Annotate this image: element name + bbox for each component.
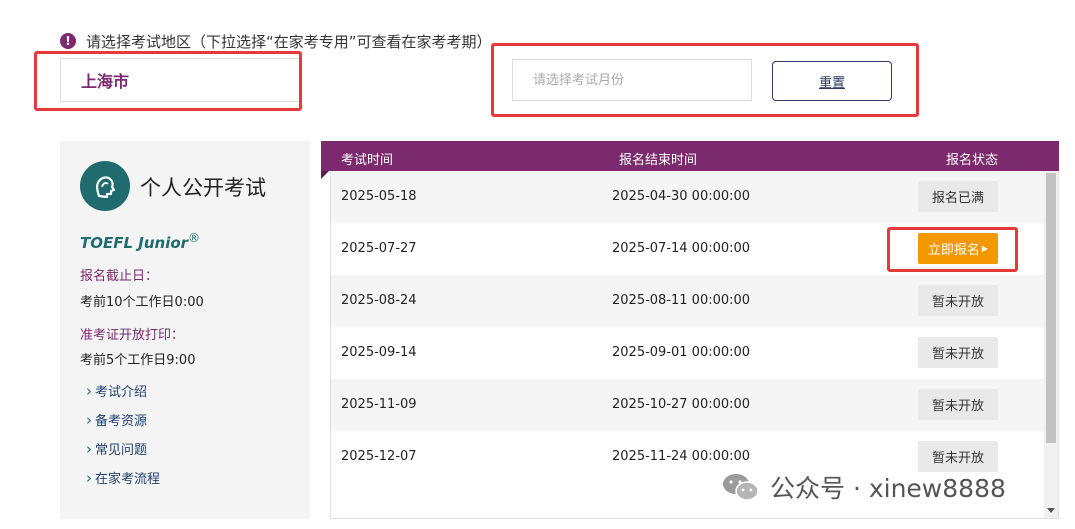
head-profile-icon: [80, 161, 130, 211]
deadline-label: 报名截止日：: [80, 269, 159, 284]
chevron-right-icon: ›: [86, 381, 92, 400]
link-prep-resources[interactable]: › 备考资源: [86, 410, 148, 430]
register-now-button[interactable]: 立即报名 ▶: [918, 233, 998, 264]
info-icon: !: [60, 33, 76, 49]
chevron-right-icon: ›: [86, 439, 92, 458]
scroll-down-arrow-icon[interactable]: [1047, 508, 1055, 513]
header-registration-status: 报名状态: [946, 153, 999, 168]
exam-date: 2025-07-27: [341, 241, 417, 256]
month-input[interactable]: [512, 59, 752, 101]
link-label: 备考资源: [95, 414, 148, 429]
region-value: 上海市: [81, 72, 130, 91]
table-row: 2025-09-14 2025-09-01 00:00:00 暂未开放: [331, 327, 1044, 379]
scrollbar-thumb[interactable]: [1046, 173, 1056, 443]
reset-button[interactable]: 重置: [772, 61, 892, 101]
status-not-open-badge: 暂未开放: [918, 441, 998, 472]
exam-schedule-table: 考试时间 报名结束时间 报名状态 2025-05-18 2025-04-30 0…: [321, 141, 1059, 519]
link-faq[interactable]: › 常见问题: [86, 439, 148, 459]
table-row: 2025-07-27 2025-07-14 00:00:00 立即报名 ▶: [331, 223, 1044, 275]
registration-end: 2025-10-27 00:00:00: [612, 397, 751, 412]
notice-text: 请选择考试地区（下拉选择“在家考专用”可查看在家考考期）: [86, 32, 492, 51]
table-row: 2025-11-09 2025-10-27 00:00:00 暂未开放: [331, 379, 1044, 431]
region-notice: ! 请选择考试地区（下拉选择“在家考专用”可查看在家考考期）: [60, 31, 492, 51]
link-home-exam-process[interactable]: › 在家考流程: [86, 468, 161, 488]
link-label: 在家考流程: [95, 472, 161, 487]
caret-right-icon: ▶: [981, 244, 989, 253]
exam-title: 个人公开考试: [140, 176, 266, 200]
registration-end: 2025-09-01 00:00:00: [612, 345, 751, 360]
registration-end: 2025-11-24 00:00:00: [612, 449, 751, 464]
registration-end: 2025-07-14 00:00:00: [612, 241, 751, 256]
brand-mark: ®: [188, 231, 201, 245]
header-exam-date: 考试时间: [341, 153, 394, 168]
register-label: 立即报名: [927, 243, 980, 258]
table-header: 考试时间 报名结束时间 报名状态: [321, 141, 1059, 171]
brand-name: TOEFL Junior: [80, 234, 189, 252]
link-exam-intro[interactable]: › 考试介绍: [86, 381, 148, 401]
table-row: 2025-08-24 2025-08-11 00:00:00 暂未开放: [331, 275, 1044, 327]
exam-date: 2025-08-24: [341, 293, 417, 308]
table-scrollbar[interactable]: [1044, 171, 1058, 518]
exam-date: 2025-12-07: [341, 449, 417, 464]
header-registration-end: 报名结束时间: [619, 153, 698, 168]
link-label: 常见问题: [95, 443, 148, 458]
table-body: 2025-05-18 2025-04-30 00:00:00 报名已满 2025…: [330, 171, 1059, 519]
status-not-open-badge: 暂未开放: [918, 389, 998, 420]
exam-info-panel: 个人公开考试 TOEFL Junior® 报名截止日： 考前10个工作日0:00…: [60, 141, 310, 519]
watermark: 公众号 · xinew8888: [722, 469, 1006, 505]
header-fold: [321, 171, 329, 179]
link-label: 考试介绍: [95, 385, 148, 400]
status-not-open-badge: 暂未开放: [918, 337, 998, 368]
wechat-icon: [722, 472, 760, 502]
admit-card-label: 准考证开放打印：: [80, 328, 185, 343]
registration-end: 2025-08-11 00:00:00: [612, 293, 751, 308]
registration-end: 2025-04-30 00:00:00: [612, 189, 751, 204]
exam-date: 2025-05-18: [341, 189, 417, 204]
chevron-right-icon: ›: [86, 468, 92, 487]
region-select[interactable]: 上海市: [60, 58, 300, 102]
exam-date: 2025-11-09: [341, 397, 417, 412]
table-row: 2025-05-18 2025-04-30 00:00:00 报名已满: [331, 171, 1044, 223]
toefl-junior-logo: TOEFL Junior®: [80, 231, 200, 252]
status-not-open-badge: 暂未开放: [918, 285, 998, 316]
chevron-right-icon: ›: [86, 410, 92, 429]
deadline-value: 考前10个工作日0:00: [80, 295, 204, 310]
status-full-badge: 报名已满: [918, 181, 998, 212]
exam-date: 2025-09-14: [341, 345, 417, 360]
watermark-text: 公众号 · xinew8888: [770, 474, 1006, 503]
admit-card-value: 考前5个工作日9:00: [80, 353, 196, 368]
